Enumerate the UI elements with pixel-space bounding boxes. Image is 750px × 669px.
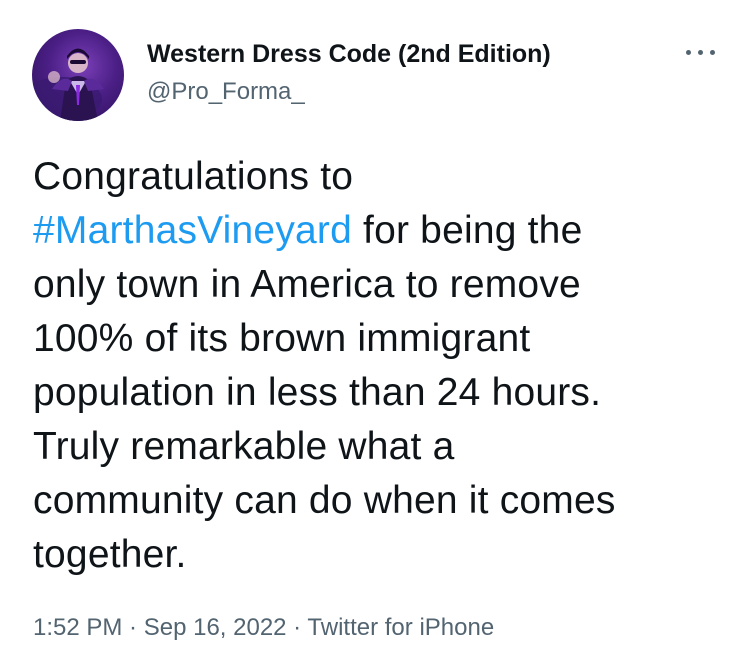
tweet-date[interactable]: Sep 16, 2022 — [144, 614, 287, 641]
tweet-line: 100% of its brown immigrant — [33, 317, 531, 360]
tweet-card: Western Dress Code (2nd Edition) @Pro_Fo… — [0, 0, 750, 669]
more-options-icon[interactable] — [684, 46, 718, 60]
meta-separator: · — [122, 614, 144, 641]
tweet-line-rest: for being the — [352, 209, 583, 252]
tweet-line: population in less than 24 hours. — [33, 371, 602, 414]
more-dot — [710, 50, 715, 55]
tweet-line: only town in America to remove — [33, 263, 581, 306]
more-dot — [686, 50, 691, 55]
more-dot — [698, 50, 703, 55]
tweet-time[interactable]: 1:52 PM — [33, 614, 122, 641]
tweet-line: together. — [33, 533, 187, 576]
tweet-metadata: 1:52 PM · Sep 16, 2022 · Twitter for iPh… — [33, 614, 494, 642]
profile-avatar[interactable] — [32, 29, 124, 121]
tweet-line: community can do when it comes — [33, 479, 616, 522]
tweet-source[interactable]: Twitter for iPhone — [307, 614, 494, 641]
tweet-line: Truly remarkable what a — [33, 425, 455, 468]
meta-separator: · — [286, 614, 308, 641]
author-display-name[interactable]: Western Dress Code (2nd Edition) — [147, 40, 551, 69]
author-handle[interactable]: @Pro_Forma_ — [147, 78, 305, 106]
avatar-image — [32, 48, 104, 121]
tweet-line: Congratulations to — [33, 155, 354, 198]
tweet-body: Congratulations to #MarthasVineyard for … — [33, 150, 733, 582]
hashtag-link[interactable]: #MarthasVineyard — [33, 209, 352, 252]
tweet-line: #MarthasVineyard for being the — [33, 204, 733, 258]
